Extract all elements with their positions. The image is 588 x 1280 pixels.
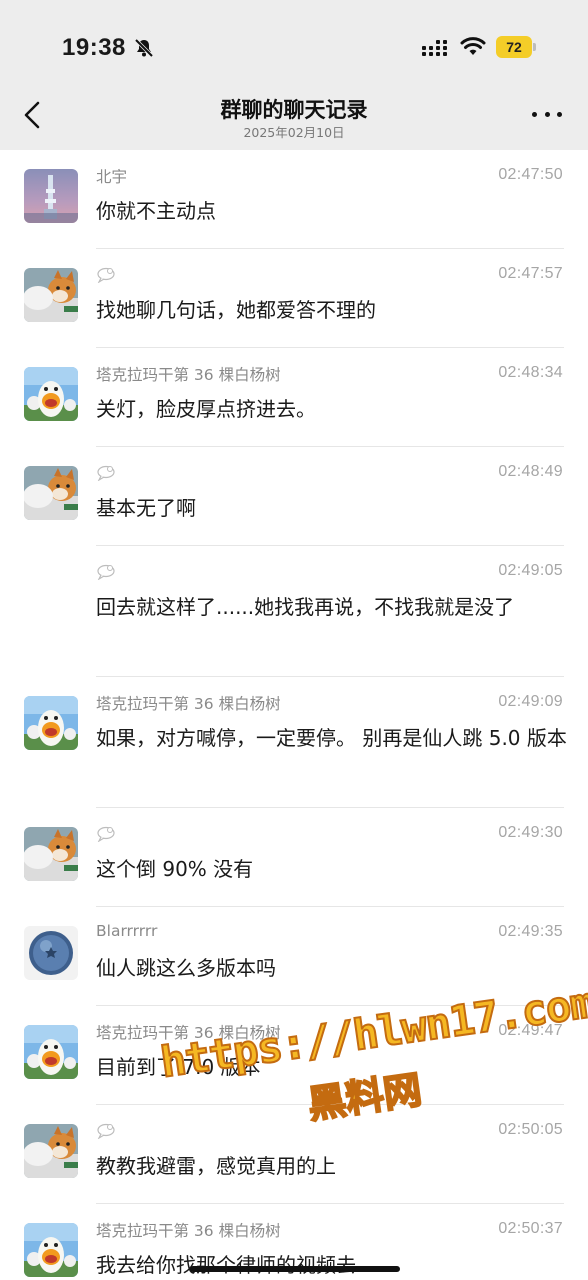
message-text: 我去给你找那个律师的视频去 bbox=[96, 1253, 356, 1277]
message-row[interactable]: 塔克拉玛干第 36 棵白杨树 02:49:47 目前到了 7.0 版本 bbox=[0, 1006, 588, 1105]
message-row[interactable]: 塔克拉玛干第 36 棵白杨树 02:49:09 如果，对方喊停，一定要停。 别再是仙… bbox=[0, 677, 588, 808]
page-subtitle-date: 2025年02月10日 bbox=[243, 125, 345, 140]
message-timestamp: 02:49:09 bbox=[498, 693, 563, 710]
message-text: 基本无了啊 bbox=[96, 496, 196, 520]
message-text: 目前到了 7.0 版本 bbox=[96, 1055, 261, 1079]
avatar-blueberry[interactable] bbox=[24, 926, 78, 980]
sender-name: 塔克拉玛干第 36 棵白杨树 bbox=[96, 1222, 281, 1240]
avatar-shiba[interactable] bbox=[24, 827, 78, 881]
message-text: 你就不主动点 bbox=[96, 199, 216, 223]
avatar-shiba[interactable] bbox=[24, 466, 78, 520]
status-bar: 19:38 72 bbox=[0, 0, 588, 92]
dot-icon bbox=[544, 111, 550, 117]
sender-name: 塔克拉玛干第 36 棵白杨树 bbox=[96, 1024, 281, 1042]
message-timestamp: 02:50:05 bbox=[498, 1121, 563, 1138]
chat-bubble-icon bbox=[96, 826, 116, 843]
message-timestamp: 02:49:05 bbox=[498, 562, 563, 579]
sender-name: 塔克拉玛干第 36 棵白杨树 bbox=[96, 695, 281, 713]
dot-icon bbox=[532, 111, 537, 117]
message-timestamp: 02:49:47 bbox=[498, 1022, 563, 1039]
message-row[interactable]: 02:48:49 基本无了啊 bbox=[0, 447, 588, 546]
message-row[interactable]: 塔克拉玛干第 36 棵白杨树 02:48:34 关灯，脸皮厚点挤进去。 bbox=[0, 348, 588, 447]
status-time: 19:38 bbox=[62, 34, 126, 61]
avatar-shiba[interactable] bbox=[24, 1124, 78, 1178]
message-timestamp: 02:49:30 bbox=[498, 824, 563, 841]
message-row[interactable]: Blarrrrrr 02:49:35 仙人跳这么多版本吗 bbox=[0, 907, 588, 1006]
message-timestamp: 02:50:37 bbox=[498, 1220, 563, 1237]
message-text: 找她聊几句话，她都爱答不理的 bbox=[96, 298, 376, 322]
message-timestamp: 02:48:34 bbox=[498, 364, 563, 381]
message-row[interactable]: 02:50:05 教教我避雷，感觉真用的上 bbox=[0, 1105, 588, 1204]
battery-cap bbox=[533, 43, 536, 51]
message-timestamp: 02:47:57 bbox=[498, 265, 563, 282]
message-text: 仙人跳这么多版本吗 bbox=[96, 956, 276, 980]
message-text: 这个倒 90% 没有 bbox=[96, 857, 254, 881]
chat-bubble-icon bbox=[96, 267, 116, 284]
page-title: 群聊的聊天记录 bbox=[220, 98, 368, 122]
message-row[interactable]: 北宇 02:47:50 你就不主动点 bbox=[0, 150, 588, 249]
avatar-duck[interactable] bbox=[24, 367, 78, 421]
message-timestamp: 02:47:50 bbox=[498, 166, 563, 183]
message-text: 教教我避雷，感觉真用的上 bbox=[96, 1154, 336, 1178]
nav-bar: 群聊的聊天记录 2025年02月10日 bbox=[0, 92, 588, 150]
message-row[interactable]: 02:49:30 这个倒 90% 没有 bbox=[0, 808, 588, 907]
message-text: 回去就这样了......她找我再说，不找我就是没了 bbox=[96, 595, 515, 619]
avatar-duck[interactable] bbox=[24, 1223, 78, 1277]
message-row[interactable]: 02:47:57 找她聊几句话，她都爱答不理的 bbox=[0, 249, 588, 348]
signal-icon bbox=[422, 40, 447, 56]
message-text: 关灯，脸皮厚点挤进去。 bbox=[96, 397, 316, 421]
avatar-tower[interactable] bbox=[24, 169, 78, 223]
chat-bubble-icon bbox=[96, 564, 116, 581]
sender-name: 北宇 bbox=[96, 168, 128, 186]
dot-icon bbox=[557, 111, 562, 117]
more-options-button[interactable] bbox=[532, 104, 562, 124]
bell-muted-icon bbox=[134, 38, 154, 58]
battery-indicator: 72 bbox=[496, 36, 536, 58]
message-row[interactable]: 02:49:05 回去就这样了......她找我再说，不找我就是没了 bbox=[0, 546, 588, 677]
message-list[interactable]: 北宇 02:47:50 你就不主动点 02:47:57 找她聊几句话，她都爱答不理的塔克… bbox=[0, 150, 588, 1280]
avatar-duck[interactable] bbox=[24, 696, 78, 750]
avatar-duck[interactable] bbox=[24, 1025, 78, 1079]
battery-level: 72 bbox=[496, 36, 532, 58]
message-timestamp: 02:48:49 bbox=[498, 463, 563, 480]
sender-name: 塔克拉玛干第 36 棵白杨树 bbox=[96, 366, 281, 384]
chat-bubble-icon bbox=[96, 465, 116, 482]
sender-name: Blarrrrrr bbox=[96, 922, 158, 940]
chat-bubble-icon bbox=[96, 1123, 116, 1140]
wifi-icon bbox=[460, 37, 486, 55]
message-text: 如果，对方喊停，一定要停。 别再是仙人跳 5.0 版本 bbox=[96, 726, 567, 750]
home-indicator bbox=[190, 1266, 400, 1272]
avatar-shiba[interactable] bbox=[24, 268, 78, 322]
message-timestamp: 02:49:35 bbox=[498, 923, 563, 940]
